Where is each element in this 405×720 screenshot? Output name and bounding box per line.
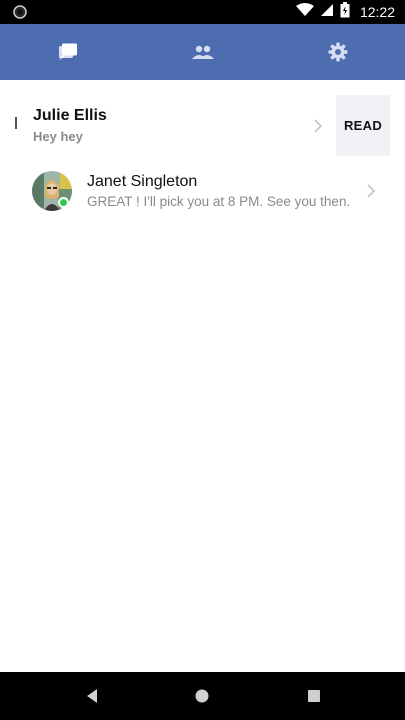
wifi-icon <box>295 2 314 22</box>
message-preview: Hey hey <box>33 129 83 144</box>
chat-bubble-icon <box>58 43 78 61</box>
system-nav-bar <box>0 672 405 720</box>
chevron-right-icon <box>366 183 376 199</box>
tab-settings[interactable] <box>270 24 405 80</box>
conversation-list: Julie Ellis Hey hey READ Janet Singleton… <box>0 80 405 227</box>
online-status-dot <box>58 197 69 208</box>
battery-icon <box>340 1 350 23</box>
message-preview: GREAT ! I'll pick you at 8 PM. See you t… <box>87 194 351 209</box>
tab-bar <box>0 24 405 80</box>
people-icon <box>191 45 214 59</box>
status-bar: 12:22 <box>0 0 405 24</box>
home-icon[interactable] <box>192 686 212 706</box>
conversation-row[interactable]: Janet Singleton GREAT ! I'll pick you at… <box>0 163 405 227</box>
back-icon[interactable] <box>82 686 102 706</box>
cell-signal-icon <box>320 3 334 22</box>
contact-name: Julie Ellis <box>33 107 107 124</box>
clock: 12:22 <box>359 4 395 20</box>
recents-icon[interactable] <box>304 686 324 706</box>
chevron-right-icon <box>313 118 323 134</box>
contact-name: Janet Singleton <box>87 173 198 190</box>
tab-contacts[interactable] <box>135 24 270 80</box>
gear-icon <box>328 42 348 62</box>
swipe-indicator <box>15 117 17 129</box>
tab-messages[interactable] <box>0 24 135 80</box>
conversation-row[interactable]: Julie Ellis Hey hey READ <box>0 95 405 156</box>
camera-notification-icon <box>12 4 28 20</box>
mark-read-button[interactable]: READ <box>336 95 390 156</box>
